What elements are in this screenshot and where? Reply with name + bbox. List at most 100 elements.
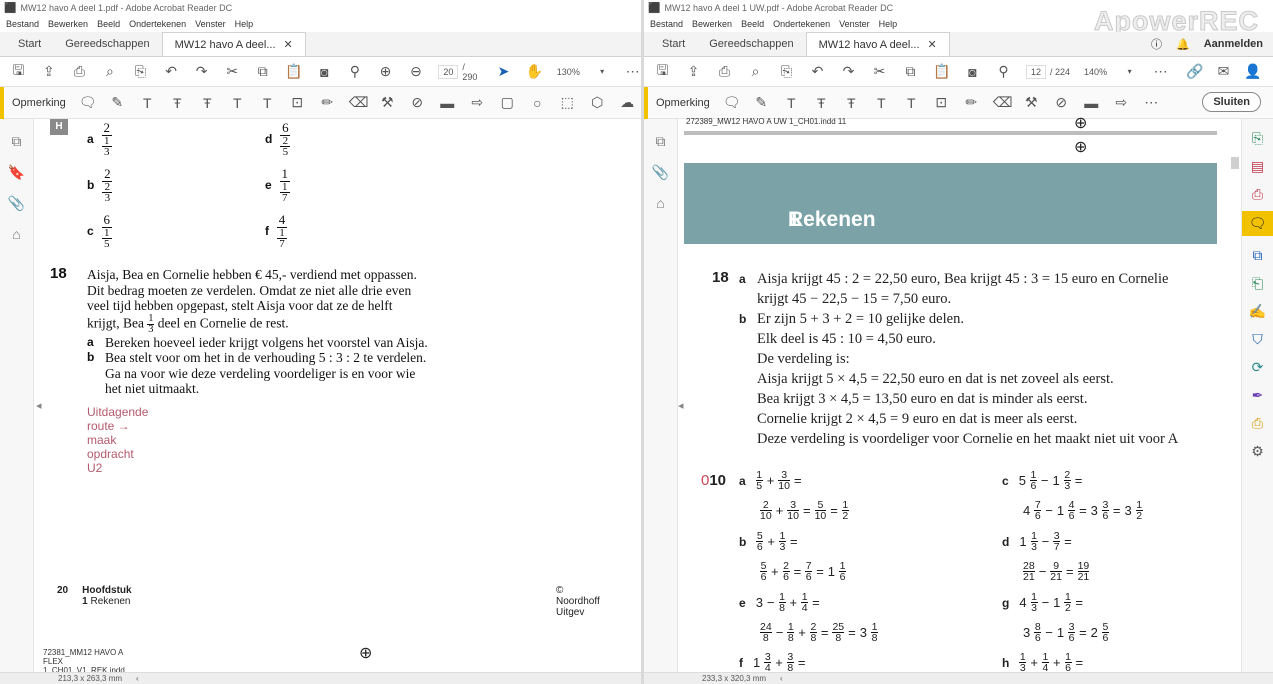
tab-tools[interactable]: Gereedschappen (53, 32, 161, 56)
undo-icon[interactable]: ↶ (163, 63, 180, 80)
strikethrough-icon[interactable]: Ŧ (169, 95, 186, 111)
send-signature-icon[interactable]: ✒ (1242, 387, 1273, 404)
attach-icon[interactable]: ⊘ (409, 94, 426, 111)
paste-icon[interactable]: 📋 (933, 63, 950, 80)
arrow-icon[interactable]: ⇨ (469, 94, 486, 111)
link-icon[interactable]: 🔗 (1186, 63, 1203, 80)
text-icon[interactable]: T (259, 95, 276, 111)
textbox-icon[interactable]: ⊡ (933, 94, 950, 111)
sign-in-button[interactable]: Aanmelden (1204, 38, 1263, 50)
eraser-icon[interactable]: ⌫ (349, 94, 369, 111)
page-number-input[interactable]: 12 (1026, 64, 1047, 79)
line-icon[interactable]: ▬ (439, 95, 456, 111)
snapshot-icon[interactable]: ◙ (964, 64, 981, 80)
menu-venster[interactable]: Venster (839, 19, 870, 29)
print-icon[interactable]: ⎙ (71, 63, 88, 80)
tab-document[interactable]: MW12 havo A deel... ✕ (161, 32, 306, 56)
stamp-icon[interactable]: ⚒ (1023, 94, 1040, 111)
find-icon[interactable]: ⚲ (347, 63, 364, 80)
zoom-select[interactable]: 140% (1084, 67, 1107, 77)
menu-venster[interactable]: Venster (195, 19, 226, 29)
replace-text-icon[interactable]: Ŧ (199, 95, 216, 111)
menu-bestand[interactable]: Bestand (6, 19, 39, 29)
pages-icon[interactable]: ⧉ (644, 133, 677, 150)
polygon-icon[interactable]: ⬡ (589, 94, 606, 111)
print-icon[interactable]: ⎙ (716, 63, 733, 80)
more-icon[interactable]: ⋯ (1152, 63, 1169, 80)
cut-icon[interactable]: ✂ (871, 63, 888, 80)
page-number-input[interactable]: 20 (438, 64, 459, 79)
menu-help[interactable]: Help (235, 19, 254, 29)
upload-icon[interactable]: ⇪ (685, 63, 702, 80)
create-pdf-icon[interactable]: ⎙ (1242, 186, 1273, 203)
menu-bewerken[interactable]: Bewerken (48, 19, 88, 29)
cut-icon[interactable]: ✂ (224, 63, 241, 80)
menu-ondertekenen[interactable]: Ondertekenen (129, 19, 186, 29)
insert-text-icon[interactable]: T (873, 95, 890, 111)
bookmark-icon[interactable]: 🔖 (0, 164, 33, 181)
search-icon[interactable]: ⌕ (102, 63, 119, 80)
strikethrough-icon[interactable]: Ŧ (813, 95, 830, 111)
chevron-down-icon[interactable]: ▾ (1121, 67, 1138, 76)
snapshot-icon[interactable]: ◙ (316, 64, 333, 80)
notification-bell-icon[interactable]: 🔔 (1176, 38, 1190, 51)
tab-tools[interactable]: Gereedschappen (697, 32, 805, 56)
save-icon[interactable]: 🖫 (10, 60, 27, 84)
attachments-icon[interactable]: 📎 (0, 195, 33, 212)
cloud-icon[interactable]: ☁ (619, 94, 636, 111)
highlight-icon[interactable]: ✎ (109, 94, 126, 111)
underline-text-icon[interactable]: T (139, 95, 156, 111)
rectangle-icon[interactable]: ▢ (499, 94, 516, 111)
vertical-scrollbar-thumb[interactable] (1231, 157, 1239, 169)
menu-bestand[interactable]: Bestand (650, 19, 683, 29)
upload-icon[interactable]: ⇪ (41, 63, 58, 80)
protect-icon[interactable]: ⛉ (1242, 331, 1273, 348)
attach-icon[interactable]: ⊘ (1053, 94, 1070, 111)
highlight-icon[interactable]: ✎ (753, 94, 770, 111)
scroll-left-icon[interactable]: ‹ (780, 674, 783, 683)
menu-ondertekenen[interactable]: Ondertekenen (773, 19, 830, 29)
tags-icon[interactable]: ⌂ (0, 226, 33, 242)
collapse-panel-icon[interactable]: ◂ (36, 399, 42, 412)
combine-files-icon[interactable]: ⧉ (1242, 247, 1273, 264)
menu-help[interactable]: Help (879, 19, 898, 29)
document-view[interactable]: ⧉ 📎 ⌂ ◂ 272389_MW12 HAVO A UW 1_CH01.ind… (644, 115, 1273, 684)
select-cursor-icon[interactable]: ➤ (495, 63, 512, 80)
copy-icon[interactable]: ⧉ (255, 63, 272, 80)
close-annotation-button[interactable]: Sluiten (1202, 92, 1261, 112)
undo-icon[interactable]: ↶ (809, 63, 826, 80)
pages-icon[interactable]: ⧉ (0, 133, 33, 150)
comment-icon[interactable]: 🗨 (723, 94, 741, 111)
copy-icon[interactable]: ⧉ (902, 63, 919, 80)
zoom-select[interactable]: 130% (557, 67, 580, 77)
organize-pages-icon[interactable]: ▤ (1242, 158, 1273, 175)
insert-text-icon[interactable]: T (229, 95, 246, 111)
menu-beeld[interactable]: Beeld (741, 19, 764, 29)
tools-settings-icon[interactable]: ⚙ (1242, 443, 1273, 460)
email-icon[interactable]: ✉ (1215, 63, 1232, 80)
redo-icon[interactable]: ↷ (840, 63, 857, 80)
pencil-icon[interactable]: ✏ (963, 94, 980, 111)
chevron-down-icon[interactable]: ▾ (594, 67, 611, 76)
fill-sign-icon[interactable]: ✍ (1242, 303, 1273, 320)
tags-icon[interactable]: ⌂ (644, 195, 677, 211)
help-icon[interactable]: ⓘ (1151, 36, 1162, 52)
line-icon[interactable]: ▬ (1083, 95, 1100, 111)
attachments-icon[interactable]: 📎 (644, 164, 677, 181)
tab-start[interactable]: Start (650, 32, 697, 56)
eraser-icon[interactable]: ⌫ (993, 94, 1013, 111)
document-view[interactable]: ⧉ 🔖 📎 ⌂ ◂ H a 213 b 223 c 615 d 625 e 1 … (0, 119, 641, 684)
text-icon[interactable]: T (903, 95, 920, 111)
paste-icon[interactable]: 📋 (285, 63, 302, 80)
close-tab-icon[interactable]: ✕ (284, 38, 293, 51)
save-icon[interactable]: 🖫 (654, 60, 671, 84)
menu-beeld[interactable]: Beeld (97, 19, 120, 29)
scroll-left-icon[interactable]: ‹ (136, 674, 139, 683)
add-user-icon[interactable]: 👤 (1244, 63, 1261, 80)
collapse-panel-icon[interactable]: ◂ (678, 399, 684, 412)
menu-bewerken[interactable]: Bewerken (692, 19, 732, 29)
edit-pdf-icon[interactable]: ⎗ (1242, 275, 1273, 292)
export-pdf-icon[interactable]: ⎘ (1242, 130, 1273, 147)
close-tab-icon[interactable]: ✕ (928, 38, 937, 51)
tab-start[interactable]: Start (6, 32, 53, 56)
